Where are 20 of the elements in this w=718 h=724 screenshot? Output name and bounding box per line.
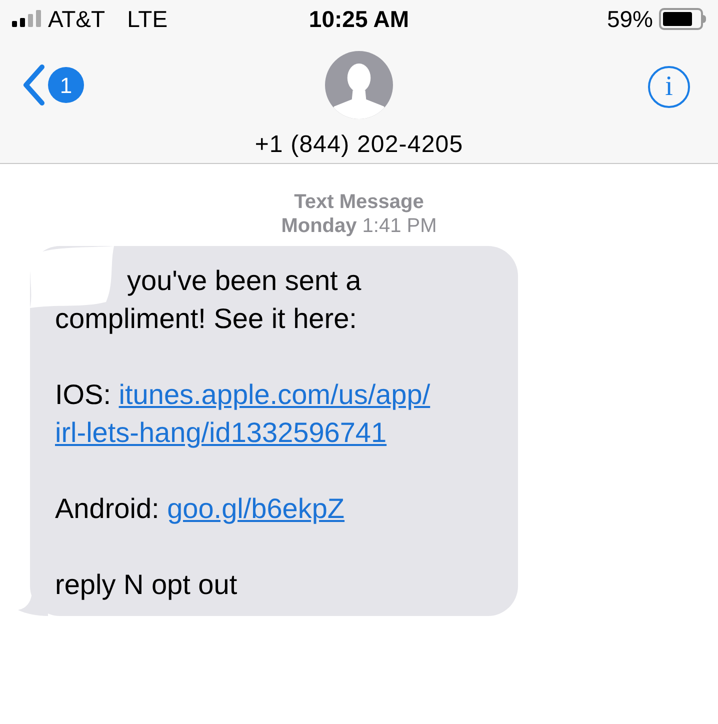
message-link[interactable]: itunes.apple.com/us/app/ — [118, 376, 430, 414]
back-chevron-icon — [22, 64, 46, 106]
message-link[interactable]: irl-lets-hang/id1332596741 — [55, 414, 387, 452]
battery-icon — [659, 8, 706, 30]
info-button[interactable]: i — [648, 66, 690, 108]
back-button[interactable]: 1 — [22, 64, 84, 106]
unread-count-badge: 1 — [48, 67, 84, 103]
carrier-name: AT&T — [48, 4, 106, 34]
message-text: you've been sent a — [127, 264, 362, 298]
contact-number[interactable]: +1 (844) 202-4205 — [254, 127, 464, 163]
message-text: reply N opt out — [55, 568, 238, 602]
message-link[interactable]: goo.gl/b6ekpZ — [167, 490, 345, 528]
message-timestamp: Monday 1:41 PM — [281, 214, 437, 238]
network-type: LTE — [127, 4, 168, 34]
clock-time: 10:25 AM — [308, 4, 410, 34]
message-text: compliment! See it here: — [55, 302, 357, 336]
battery-percent: 59% — [606, 4, 653, 34]
message-text: Android: — [55, 492, 160, 526]
message-text: IOS: — [55, 378, 112, 412]
message-type-label: Text Message — [294, 190, 424, 214]
